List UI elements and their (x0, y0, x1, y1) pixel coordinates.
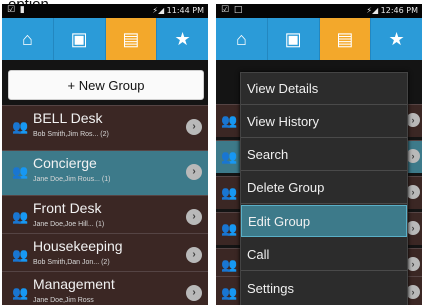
chevron-right-icon: › (406, 149, 420, 163)
right-phone-screen: ☑ □ ⚡◢ 12:46 PM ⌂ ▣ ▤ ★ 👥 › 👥 › 👥 › 👥 › … (216, 4, 422, 305)
group-members: Jane Doe,Joe Hill... (1) (33, 221, 105, 228)
group-name: BELL Desk (33, 110, 103, 126)
group-members: Jane Doe,Jim Ross (33, 297, 94, 304)
menu-item-delete-group[interactable]: Delete Group (241, 172, 407, 204)
person-icon: 👥 (12, 285, 29, 300)
menu-item-settings[interactable]: Settings (241, 272, 407, 304)
tab-groups[interactable]: ▤ (105, 18, 158, 60)
chevron-right-icon: › (406, 185, 420, 199)
tab-favorites[interactable]: ★ (371, 18, 422, 60)
chevron-right-icon: › (406, 285, 420, 299)
context-menu: View Details View History Search Delete … (240, 72, 408, 305)
menu-item-search[interactable]: Search (241, 139, 407, 171)
tab-bar: ⌂ ▣ ▤ ★ (2, 18, 208, 60)
group-row-selected[interactable]: 👥 Concierge Jane Doe,Jim Rous... (1) › (2, 150, 208, 195)
group-members: Jane Doe,Jim Rous... (1) (33, 176, 111, 183)
chevron-right-icon[interactable]: › (186, 209, 202, 225)
status-time: 12:46 PM (380, 6, 418, 15)
tab-home[interactable]: ⌂ (216, 18, 268, 60)
tab-contacts[interactable]: ▣ (54, 18, 106, 60)
person-icon: 👥 (221, 257, 238, 272)
group-row[interactable]: 👥 Management Jane Doe,Jim Ross › (2, 271, 208, 305)
menu-item-call[interactable]: Call (241, 239, 407, 271)
new-group-button[interactable]: + New Group (8, 70, 204, 100)
person-icon: 👥 (221, 185, 238, 200)
chevron-right-icon: › (406, 257, 420, 271)
status-time-right-block: ⚡◢ 12:46 PM (366, 6, 418, 15)
group-members: Bob Smith,Jim Ros... (2) (33, 131, 109, 138)
status-bar: ☑ ▮ ⚡◢ 11:44 PM (2, 4, 208, 18)
group-name: Front Desk (33, 200, 102, 216)
chevron-right-icon[interactable]: › (186, 247, 202, 263)
group-row[interactable]: 👥 BELL Desk Bob Smith,Jim Ros... (2) › (2, 105, 208, 150)
group-card-icon: ▤ (336, 28, 354, 49)
person-icon: 👥 (221, 149, 238, 164)
group-name: Management (33, 276, 115, 292)
favorites-star-icon: ★ (174, 28, 191, 49)
chevron-right-icon[interactable]: › (186, 164, 202, 180)
home-icon: ⌂ (21, 28, 33, 49)
tab-bar: ⌂ ▣ ▤ ★ (216, 18, 422, 60)
group-members: Bob Smith,Dan Jon... (2) (33, 259, 110, 266)
notification-icons: ☑ ▮ (7, 5, 26, 15)
tab-groups[interactable]: ▤ (319, 18, 372, 60)
chevron-right-icon[interactable]: › (186, 285, 202, 301)
person-icon: 👥 (221, 221, 238, 236)
tab-home[interactable]: ⌂ (2, 18, 54, 60)
chevron-right-icon: › (406, 113, 420, 127)
person-icon: 👥 (221, 285, 238, 300)
home-icon: ⌂ (235, 28, 247, 49)
tab-contacts[interactable]: ▣ (268, 18, 320, 60)
contact-card-icon: ▣ (284, 28, 302, 49)
person-icon: 👥 (12, 247, 29, 262)
tab-favorites[interactable]: ★ (157, 18, 208, 60)
person-icon: 👥 (12, 164, 29, 179)
menu-item-view-details[interactable]: View Details (241, 73, 407, 105)
signal-icon: ⚡◢ (366, 6, 379, 15)
favorites-star-icon: ★ (388, 28, 405, 49)
contact-card-icon: ▣ (70, 28, 88, 49)
menu-item-edit-group[interactable]: Edit Group (241, 205, 407, 237)
menu-item-view-history[interactable]: View History (241, 106, 407, 138)
status-bar: ☑ □ ⚡◢ 12:46 PM (216, 4, 422, 18)
group-card-icon: ▤ (122, 28, 140, 49)
notification-icons: ☑ □ (221, 5, 244, 15)
left-phone-screen: ☑ ▮ ⚡◢ 11:44 PM ⌂ ▣ ▤ ★ + New Group 👥 BE… (2, 4, 208, 305)
status-time: 11:44 PM (166, 6, 204, 15)
status-time-right-block: ⚡◢ 11:44 PM (152, 6, 204, 15)
person-icon: 👥 (221, 113, 238, 128)
group-name: Concierge (33, 155, 97, 171)
chevron-right-icon[interactable]: › (186, 119, 202, 135)
signal-icon: ⚡◢ (152, 6, 165, 15)
chevron-right-icon: › (406, 221, 420, 235)
person-icon: 👥 (12, 119, 29, 134)
person-icon: 👥 (12, 209, 29, 224)
group-name: Housekeeping (33, 238, 123, 254)
